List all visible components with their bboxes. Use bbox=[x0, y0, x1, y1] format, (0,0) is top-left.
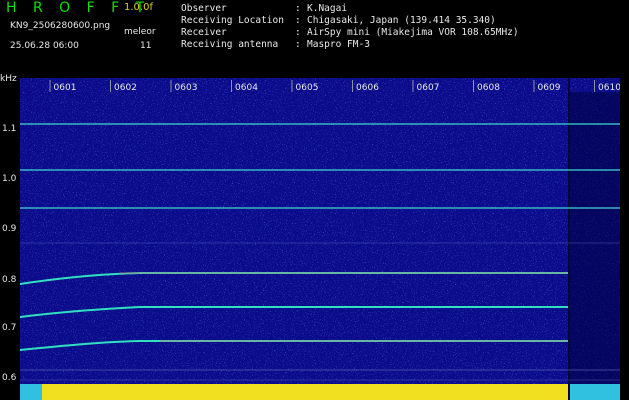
mode-label: meleor bbox=[124, 27, 156, 37]
info-row-antenna: Receiving antenna: Maspro FM-3 bbox=[181, 39, 519, 51]
noise-texture bbox=[20, 78, 620, 400]
mode-value: 11 bbox=[140, 41, 152, 51]
datetime-label: 25.06.28 06:00 bbox=[10, 41, 79, 51]
time-boundary bbox=[568, 78, 570, 400]
no-data-region bbox=[570, 92, 620, 384]
power-bar bbox=[20, 384, 568, 400]
y-tick-label: 1.1 bbox=[2, 124, 17, 134]
x-tick-label: 0603 bbox=[175, 83, 198, 93]
x-tick-label: 0601 bbox=[54, 83, 77, 93]
power-bar-edge bbox=[570, 384, 620, 400]
info-label: Receiving antenna bbox=[181, 39, 279, 50]
info-separator: : bbox=[295, 39, 301, 50]
y-tick-label: 0.6 bbox=[2, 373, 17, 383]
x-tick-label: 0610 bbox=[598, 83, 620, 93]
y-tick-label: 1.0 bbox=[2, 174, 17, 184]
info-row-observer: Observer: K.Nagai bbox=[181, 3, 519, 15]
y-tick-label: 0.8 bbox=[2, 275, 17, 285]
x-tick-label: 0606 bbox=[356, 83, 379, 93]
header-panel: H R O F F T 1.0.0f KN9_2506280600.png me… bbox=[0, 0, 629, 74]
power-bar-edge bbox=[20, 384, 42, 400]
x-tick-label: 0609 bbox=[538, 83, 561, 93]
spectrogram-plot: 0601 0602 0603 0604 0605 0606 0607 0608 0609 0610 bbox=[20, 78, 620, 400]
info-row-location: Receiving Location: Chigasaki, Japan (139… bbox=[181, 15, 519, 27]
info-value: K.Nagai bbox=[307, 3, 348, 14]
info-value: AirSpy mini (Miakejima VOR 108.65MHz) bbox=[307, 27, 519, 38]
info-separator: : bbox=[295, 27, 301, 38]
info-label: Observer bbox=[181, 3, 227, 14]
x-tick-label: 0608 bbox=[477, 83, 500, 93]
info-label: Receiving Location bbox=[181, 15, 284, 26]
info-separator: : bbox=[295, 3, 301, 14]
y-tick-label: 0.7 bbox=[2, 323, 17, 333]
version-label: 1.0.0f bbox=[124, 2, 153, 13]
x-tick-label: 0607 bbox=[417, 83, 440, 93]
x-tick-label: 0602 bbox=[114, 83, 137, 93]
info-value: Chigasaki, Japan (139.414 35.340) bbox=[307, 15, 496, 26]
info-value: Maspro FM-3 bbox=[307, 39, 370, 50]
x-tick-label: 0605 bbox=[296, 83, 319, 93]
x-tick-label: 0604 bbox=[235, 83, 258, 93]
info-row-receiver: Receiver: AirSpy mini (Miakejima VOR 108.… bbox=[181, 27, 519, 39]
info-label: Receiver bbox=[181, 27, 227, 38]
info-separator: : bbox=[295, 15, 301, 26]
y-tick-label: 0.9 bbox=[2, 224, 17, 234]
y-axis-unit: kHz bbox=[0, 74, 17, 84]
station-info: Observer: K.Nagai Receiving Location: Chig… bbox=[181, 3, 519, 51]
filename-label: KN9_2506280600.png bbox=[10, 21, 111, 31]
